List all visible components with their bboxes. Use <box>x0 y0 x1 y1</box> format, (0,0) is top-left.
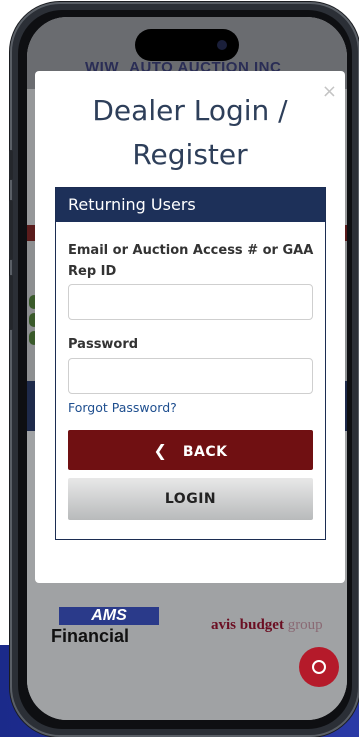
phone-side-button <box>9 150 13 180</box>
back-button[interactable]: ❮ BACK <box>68 430 313 470</box>
panel-heading: Returning Users <box>56 188 325 222</box>
chat-bubble-icon <box>312 660 326 674</box>
phone-side-button <box>9 200 13 260</box>
email-label: Email or Auction Access # or GAA Rep ID <box>68 243 314 279</box>
returning-users-panel: Returning Users Email or Auction Access … <box>55 187 326 540</box>
password-field[interactable] <box>68 358 313 394</box>
forgot-password-link[interactable]: Forgot Password? <box>68 400 177 415</box>
modal-title-line1: Dealer Login / <box>92 94 288 127</box>
login-modal: × Dealer Login / Register Returning User… <box>35 71 345 583</box>
avis-group-text: group <box>287 617 323 633</box>
modal-title-line2: Register <box>132 138 248 171</box>
ams-logo-bottom: Financial <box>51 626 130 646</box>
sponsor-avis-logo[interactable]: avis budget group <box>211 617 323 634</box>
password-label: Password <box>68 337 139 352</box>
phone-side-button <box>9 275 13 330</box>
email-field[interactable] <box>68 284 313 320</box>
back-button-label: BACK <box>182 443 228 460</box>
avis-brand-text: avis budget <box>211 617 284 633</box>
ams-logo-top: AMS <box>59 607 159 625</box>
login-button[interactable]: LOGIN <box>68 478 313 520</box>
sponsor-ams-logo[interactable]: AMS Financial <box>51 607 171 657</box>
camera-icon <box>217 40 227 50</box>
modal-title: Dealer Login / Register <box>35 89 345 177</box>
chevron-left-icon: ❮ <box>153 440 168 460</box>
dynamic-island <box>135 29 239 61</box>
chat-button[interactable] <box>299 647 339 687</box>
